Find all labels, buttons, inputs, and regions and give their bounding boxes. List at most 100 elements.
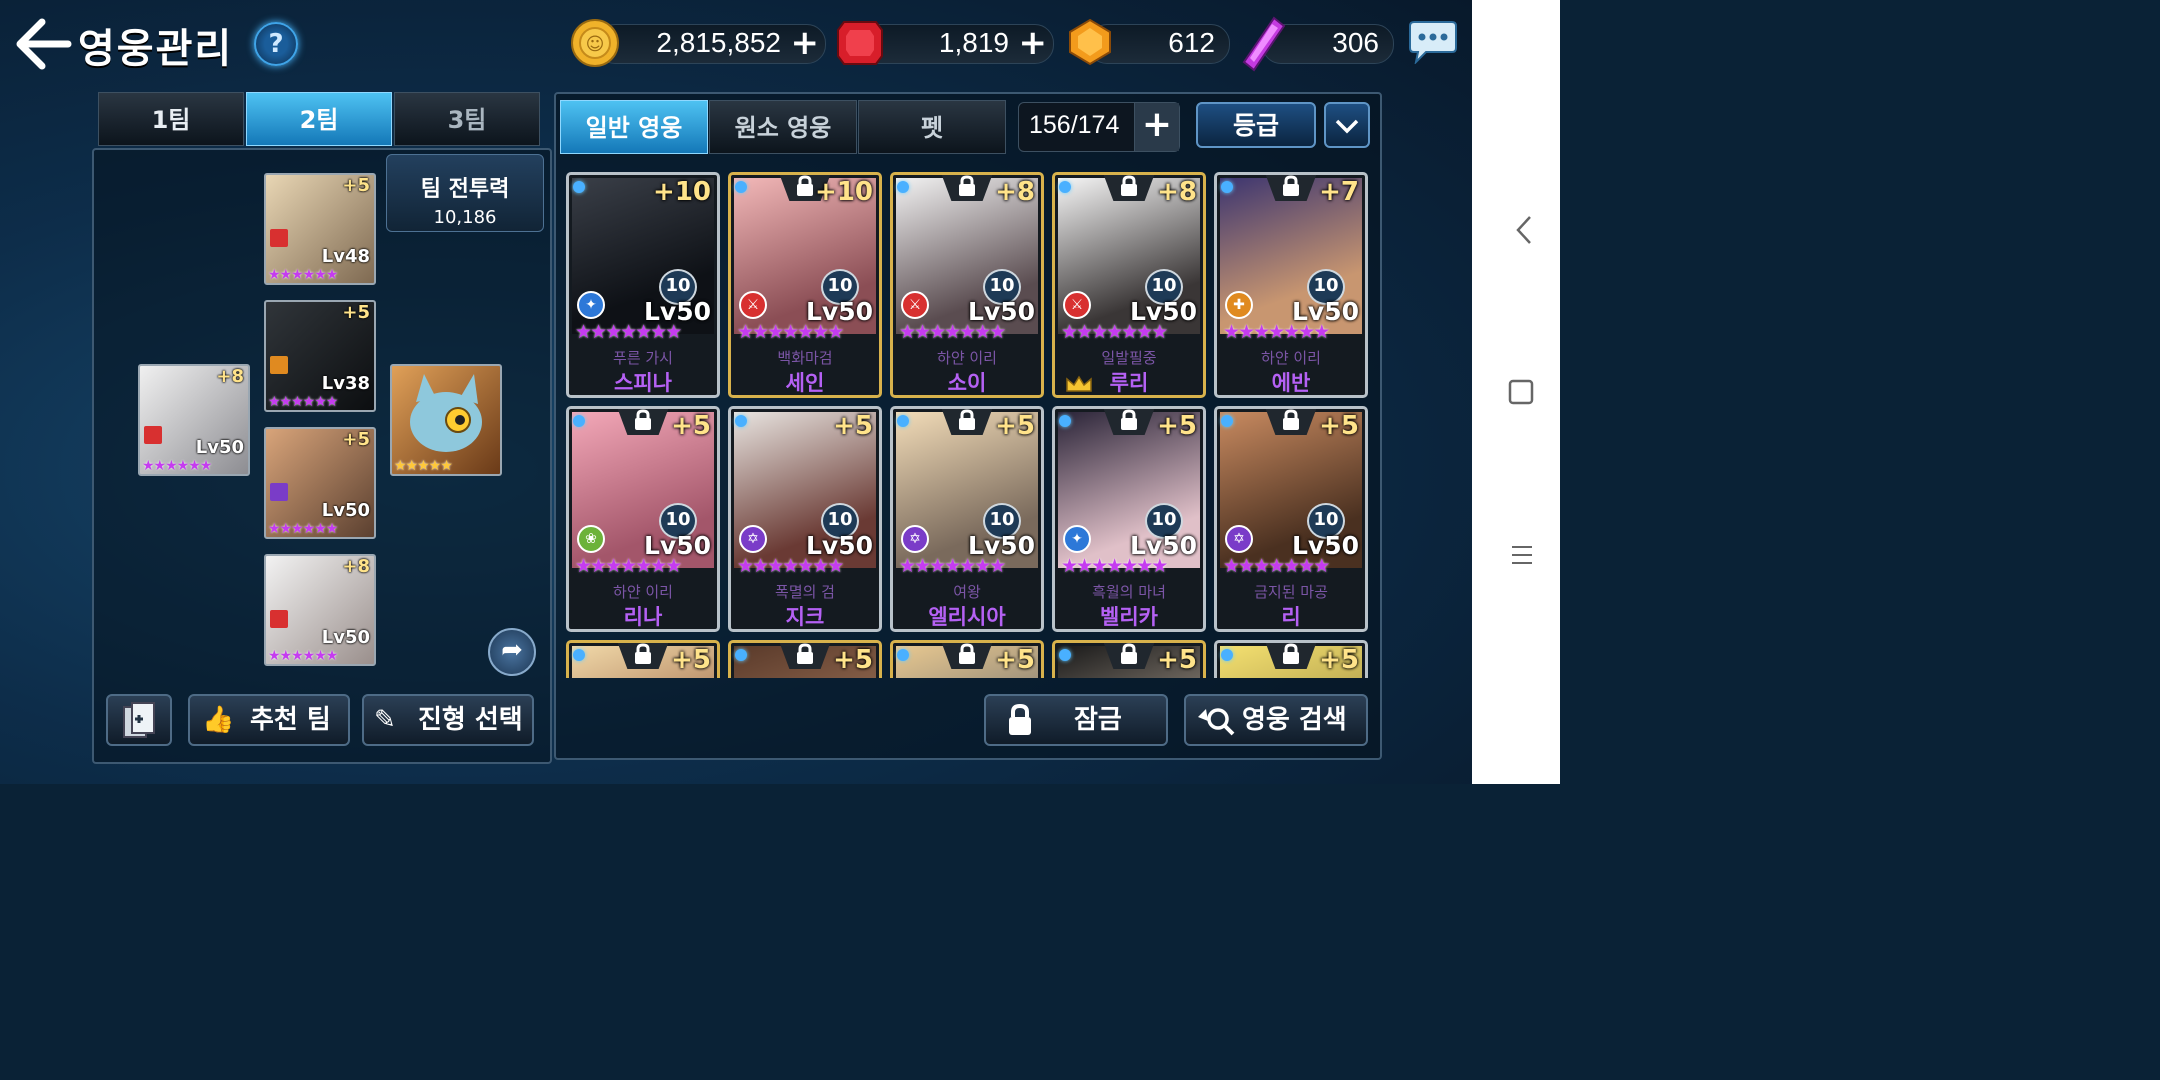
hero-stars: ★★★★★★★ — [737, 555, 844, 577]
recommend-team-button[interactable]: 👍 추천 팀 — [188, 694, 350, 746]
pet-image — [410, 374, 482, 452]
hero-stars: ★★★★★★★ — [899, 321, 1006, 343]
team-slot[interactable]: +5 Lv38 ★★★★★★ — [264, 300, 376, 412]
team-slot[interactable]: +5 Lv50 ★★★★★★ — [264, 427, 376, 539]
hero-plus: +5 — [833, 411, 873, 441]
gold-plus-button[interactable]: + — [791, 26, 820, 60]
hero-stars: ★★★★★★★ — [575, 321, 682, 343]
hero-card[interactable]: +8 10 ⚔ Lv50 ★★★★★★★ 일발필중 루리 — [1052, 172, 1206, 398]
tab-element-heroes[interactable]: 원소 영웅 — [709, 100, 857, 154]
hero-stars: ★★★★★★★ — [899, 555, 1006, 577]
hero-card[interactable]: +5 10 ✡ Lv50 ★★★★★★★ 폭멸의 검 지크 — [728, 406, 882, 632]
sword-icon — [144, 426, 162, 444]
hero-stars: ★★★★★★★ — [1061, 321, 1168, 343]
purple-crystal-value: 306 — [1332, 27, 1379, 58]
hero-name: 세인 — [785, 371, 825, 395]
slot-stars: ★★★★★★ — [268, 267, 338, 283]
new-indicator — [573, 649, 585, 661]
tab-pets[interactable]: 펫 — [858, 100, 1006, 154]
slot-plus: +8 — [216, 366, 244, 387]
hero-name: 리 — [1281, 605, 1301, 629]
hero-card[interactable]: +10 10 ✦ Lv50 ★★★★★★★ 푸른 가시 스피나 — [566, 172, 720, 398]
hero-name: 리나 — [623, 605, 663, 629]
slot-stars: ★★★★★★ — [142, 458, 212, 474]
help-button[interactable]: ? — [254, 22, 298, 66]
hero-card[interactable]: +7 10 ✚ Lv50 ★★★★★★★ 하얀 이리 에반 — [1214, 172, 1368, 398]
hero-title: 일발필중 — [1101, 349, 1157, 367]
magic-icon — [270, 483, 288, 501]
tab-team-3[interactable]: 3팀 — [394, 92, 540, 146]
new-indicator — [1059, 415, 1071, 427]
hero-title: 푸른 가시 — [613, 349, 673, 367]
hero-name: 소이 — [947, 371, 987, 395]
magic-icon: ✡ — [1225, 525, 1253, 553]
hero-title: 금지된 마공 — [1254, 583, 1328, 601]
ruby-plus-button[interactable]: + — [1019, 26, 1048, 60]
back-arrow-icon[interactable] — [14, 18, 72, 70]
magic-icon: ✡ — [739, 525, 767, 553]
hero-card[interactable]: +5 — [566, 640, 720, 678]
hero-plus: +5 — [671, 411, 711, 441]
tab-normal-heroes[interactable]: 일반 영웅 — [560, 100, 708, 154]
hero-title: 하얀 이리 — [937, 349, 997, 367]
sword-icon — [270, 610, 288, 628]
expand-slots-button[interactable]: + — [1134, 103, 1179, 151]
team-slot[interactable]: +8 Lv50 ★★★★★★ — [264, 554, 376, 666]
hero-count: 156/174 + — [1018, 102, 1180, 152]
hero-card[interactable]: +8 10 ⚔ Lv50 ★★★★★★★ 하얀 이리 소이 — [890, 172, 1044, 398]
lock-icon — [1121, 175, 1137, 196]
hero-plus: +8 — [995, 177, 1035, 207]
team-power-value: 10,186 — [433, 207, 497, 228]
slot-level: Lv38 — [321, 373, 370, 394]
new-indicator — [735, 415, 747, 427]
hero-card[interactable]: +5 — [728, 640, 882, 678]
hero-grid: +10 10 ✦ Lv50 ★★★★★★★ 푸른 가시 스피나 +10 10 ⚔… — [564, 170, 1374, 678]
team-slot[interactable]: +8 Lv50 ★★★★★★ — [138, 364, 250, 476]
tab-team-2[interactable]: 2팀 — [246, 92, 392, 146]
hero-title: 하얀 이리 — [613, 583, 673, 601]
hero-plus: +5 — [1319, 645, 1359, 675]
sort-dropdown-button[interactable] — [1324, 102, 1370, 148]
menu-nav-icon[interactable] — [1510, 544, 1534, 566]
new-indicator — [1059, 649, 1071, 661]
hero-card[interactable]: +5 — [890, 640, 1044, 678]
chat-icon[interactable] — [1406, 20, 1460, 64]
sort-button[interactable]: 등급 — [1196, 102, 1316, 148]
lock-icon — [959, 175, 975, 196]
hero-card[interactable]: +5 10 ✦ Lv50 ★★★★★★★ 흑월의 마녀 벨리카 — [1052, 406, 1206, 632]
back-nav-icon[interactable] — [1514, 215, 1534, 245]
hero-card[interactable]: +5 10 ✡ Lv50 ★★★★★★★ 여왕 엘리시아 — [890, 406, 1044, 632]
hero-stars: ★★★★★★★ — [1223, 321, 1330, 343]
new-indicator — [1221, 415, 1233, 427]
home-nav-icon[interactable] — [1508, 379, 1534, 405]
lock-button[interactable]: 잠금 — [984, 694, 1168, 746]
hero-plus: +5 — [671, 645, 711, 675]
sword-icon: ⚔ — [1063, 291, 1091, 319]
new-indicator — [735, 649, 747, 661]
formation-icon: ✎ — [374, 705, 396, 735]
gold-value: 2,815,852 — [656, 27, 781, 58]
pet-slot[interactable]: ★★★★★ — [390, 364, 502, 476]
tab-team-1[interactable]: 1팀 — [98, 92, 244, 146]
formation-select-button[interactable]: ✎ 진형 선택 — [362, 694, 534, 746]
ruby-value: 1,819 — [938, 27, 1009, 58]
hero-stars: ★★★★★★★ — [575, 555, 682, 577]
hero-search-button[interactable]: 영웅 검색 — [1184, 694, 1368, 746]
slot-level: Lv50 — [321, 500, 370, 521]
hero-card[interactable]: +5 10 ✡ Lv50 ★★★★★★★ 금지된 마공 리 — [1214, 406, 1368, 632]
hero-card[interactable]: +5 — [1214, 640, 1368, 678]
hero-card[interactable]: +10 10 ⚔ Lv50 ★★★★★★★ 백화마검 세인 — [728, 172, 882, 398]
share-arrow-button[interactable]: ➦ — [488, 628, 536, 676]
team-slot[interactable]: +5 Lv48 ★★★★★★ — [264, 173, 376, 285]
hero-plus: +7 — [1319, 177, 1359, 207]
new-indicator — [1059, 181, 1071, 193]
hero-stars: ★★★★★★★ — [1223, 555, 1330, 577]
new-indicator — [1221, 649, 1233, 661]
hero-card[interactable]: +5 10 ❀ Lv50 ★★★★★★★ 하얀 이리 리나 — [566, 406, 720, 632]
new-indicator — [897, 181, 909, 193]
team-card-button[interactable] — [106, 694, 172, 746]
hero-card[interactable]: +5 — [1052, 640, 1206, 678]
sword-icon: ⚔ — [739, 291, 767, 319]
new-indicator — [573, 415, 585, 427]
pet-stars: ★★★★★ — [394, 458, 453, 474]
